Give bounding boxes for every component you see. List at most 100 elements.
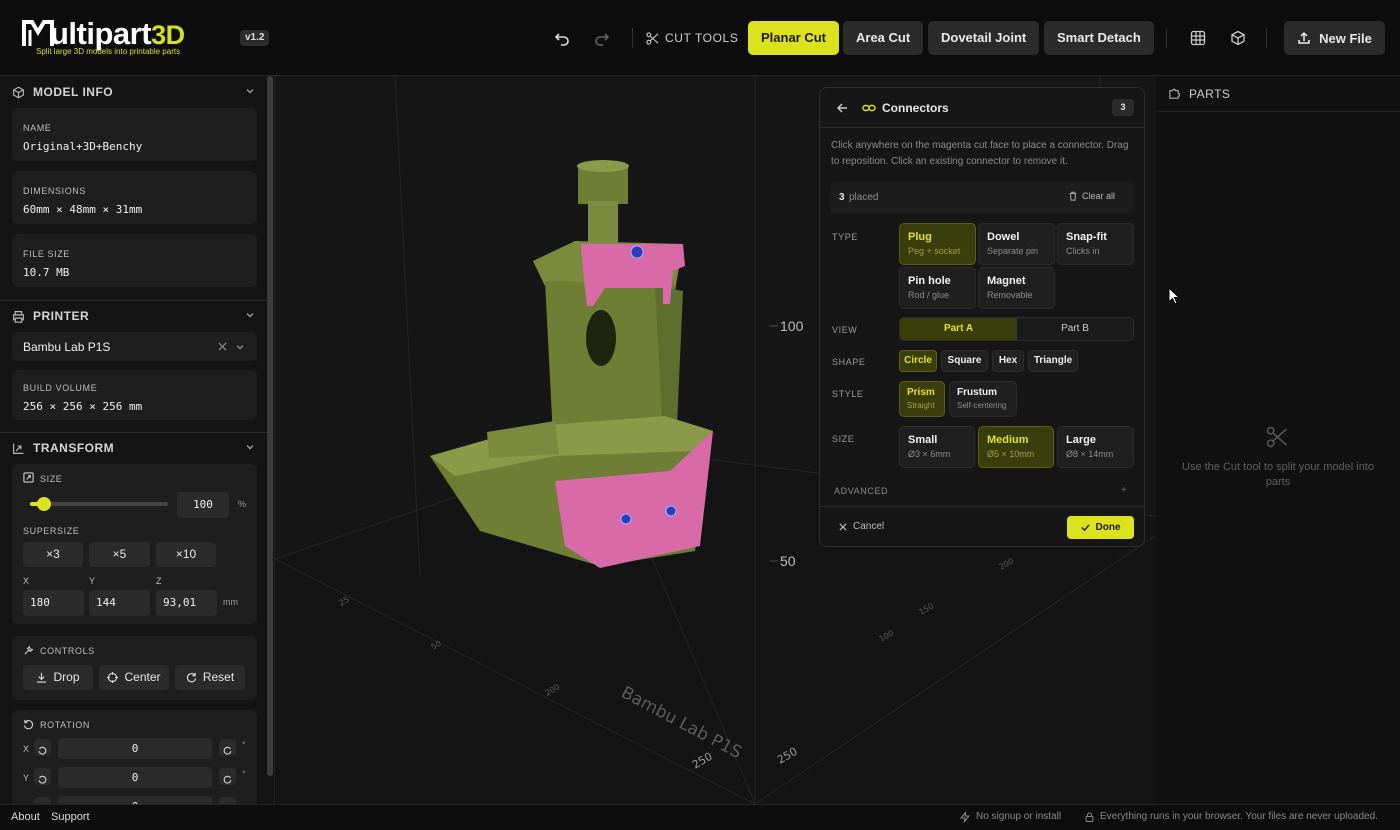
redo-icon[interactable] [590,26,614,50]
placed-count: 3 [839,192,845,203]
rotate-y-cw-button[interactable] [219,768,236,785]
option-title: Frustum [957,387,997,398]
shape-triangle-button[interactable]: Triangle [1028,350,1078,372]
done-button[interactable]: Done [1067,516,1134,539]
type-plug-option[interactable]: Plug Peg + socket [899,223,976,265]
size-label: SIZE [40,474,63,484]
rotate-z-ccw-button[interactable] [34,797,51,804]
y-input[interactable]: 144 [89,590,150,616]
undo-icon[interactable] [550,26,574,50]
chevron-down-icon[interactable] [244,309,256,321]
chevron-down-icon[interactable] [244,85,256,97]
download-icon [37,672,47,683]
logo-tagline: Split large 3D models into printable par… [36,47,181,56]
view-part-b-button[interactable]: Part B [1017,318,1133,340]
clear-all-button[interactable]: Clear all [1068,191,1115,201]
rotation-y-input[interactable]: 0 [58,767,212,788]
rotation-z-input[interactable]: 0 [58,796,212,804]
type-magnet-option[interactable]: Magnet Removable [978,267,1055,309]
option-title: Large [1066,434,1096,446]
shape-circle-button[interactable]: Circle [899,350,937,372]
view-label: VIEW [832,325,858,335]
area-cut-button[interactable]: Area Cut [843,21,924,55]
x-input[interactable]: 180 [23,590,84,616]
upload-icon [1298,31,1310,44]
rotate-x-ccw-button[interactable] [34,739,51,756]
parts-empty-message: Use the Cut tool to split your model int… [1182,461,1374,488]
no-signup-text: No signup or install [976,811,1062,822]
back-arrow-icon[interactable] [836,102,848,114]
check-icon [1080,524,1090,532]
size-input[interactable]: 100 [177,492,229,518]
about-link[interactable]: About [11,811,40,823]
shape-square-button[interactable]: Square [941,350,988,372]
rotate-ccw-icon [38,775,47,784]
option-subtitle: Rod / glue [908,290,950,300]
style-prism-option[interactable]: Prism Straight [899,381,945,417]
close-icon[interactable] [218,342,227,351]
grid-icon[interactable] [1186,26,1210,50]
rotation-x-input[interactable]: 0 [58,738,212,759]
planar-cut-button[interactable]: Planar Cut [748,21,840,55]
drop-button[interactable]: Drop [23,665,93,690]
cut-tools-text: CUT TOOLS [665,31,739,45]
supersize-5-button[interactable]: ×5 [89,542,150,567]
divider [820,506,1144,507]
sidebar-scrollbar-thumb[interactable] [267,76,273,776]
center-button[interactable]: Center [99,665,169,690]
trash-icon [1069,191,1077,201]
printer-title: PRINTER [33,309,90,323]
advanced-toggle[interactable]: ADVANCED [834,486,888,496]
y-label: Y [89,576,96,586]
printer-icon [13,310,24,323]
option-subtitle: Self-centering [957,401,1007,410]
app-logo[interactable]: ultipart3D Split large 3D models into pr… [22,16,207,58]
link-icon [862,104,876,112]
new-file-button[interactable]: New File [1284,21,1385,55]
size-slider-thumb[interactable] [36,497,51,511]
style-label: STYLE [832,389,864,399]
supersize-10-button[interactable]: ×10 [156,542,216,567]
type-pin-hole-option[interactable]: Pin hole Rod / glue [899,267,976,309]
supersize-3-button[interactable]: ×3 [23,542,83,567]
wrench-icon [24,645,34,655]
option-subtitle: Ø5 × 10mm [987,449,1035,459]
reset-button[interactable]: Reset [175,665,245,690]
rotate-x-cw-button[interactable] [219,739,236,756]
size-large-option[interactable]: Large Ø8 × 14mm [1057,426,1134,468]
printer-header[interactable]: PRINTER [0,300,268,332]
rotate-z-cw-button[interactable] [219,797,236,804]
printer-select[interactable]: Bambu Lab P1S [12,332,257,361]
scissors-icon [646,31,659,45]
model-dimensions: 60mm × 48mm × 31mm [23,203,143,216]
size-small-option[interactable]: Small Ø3 × 6mm [899,426,975,468]
size-medium-option[interactable]: Medium Ø5 × 10mm [978,426,1054,468]
size-slider[interactable] [30,497,168,511]
transform-title: TRANSFORM [33,441,115,455]
cube-icon[interactable] [1226,26,1250,50]
cancel-label: Cancel [853,521,885,532]
chevron-down-icon[interactable] [234,341,246,353]
dovetail-joint-button[interactable]: Dovetail Joint [928,21,1040,55]
size-card: SIZE 100 % SUPERSIZE ×3 ×5 ×10 X Y Z 180… [12,464,257,624]
footer: About Support No signup or install Every… [0,804,1400,830]
connectors-panel: Connectors 3 Click anywhere on the magen… [819,87,1145,547]
rotate-y-ccw-button[interactable] [34,768,51,785]
type-snap-fit-option[interactable]: Snap-fit Clicks in [1057,223,1134,265]
cut-tools-label: CUT TOOLS [646,31,738,45]
transform-header[interactable]: TRANSFORM [0,432,268,464]
style-frustum-option[interactable]: Frustum Self-centering [949,381,1017,417]
cancel-button[interactable]: Cancel [839,521,884,532]
connectors-help-text: Click anywhere on the magenta cut face t… [831,140,1129,167]
smart-detach-button[interactable]: Smart Detach [1044,21,1154,55]
option-subtitle: Removable [987,290,1033,300]
option-title: Plug [908,231,932,243]
view-part-a-button[interactable]: Part A [900,318,1017,340]
type-dowel-option[interactable]: Dowel Separate pin [978,223,1055,265]
chevron-down-icon[interactable] [244,441,256,453]
z-input[interactable]: 93,01 [156,590,217,616]
support-link[interactable]: Support [51,811,90,823]
shape-hex-button[interactable]: Hex [992,350,1024,372]
advanced-expand-icon[interactable]: + [1121,485,1127,496]
model-info-header[interactable]: MODEL INFO [0,76,268,108]
